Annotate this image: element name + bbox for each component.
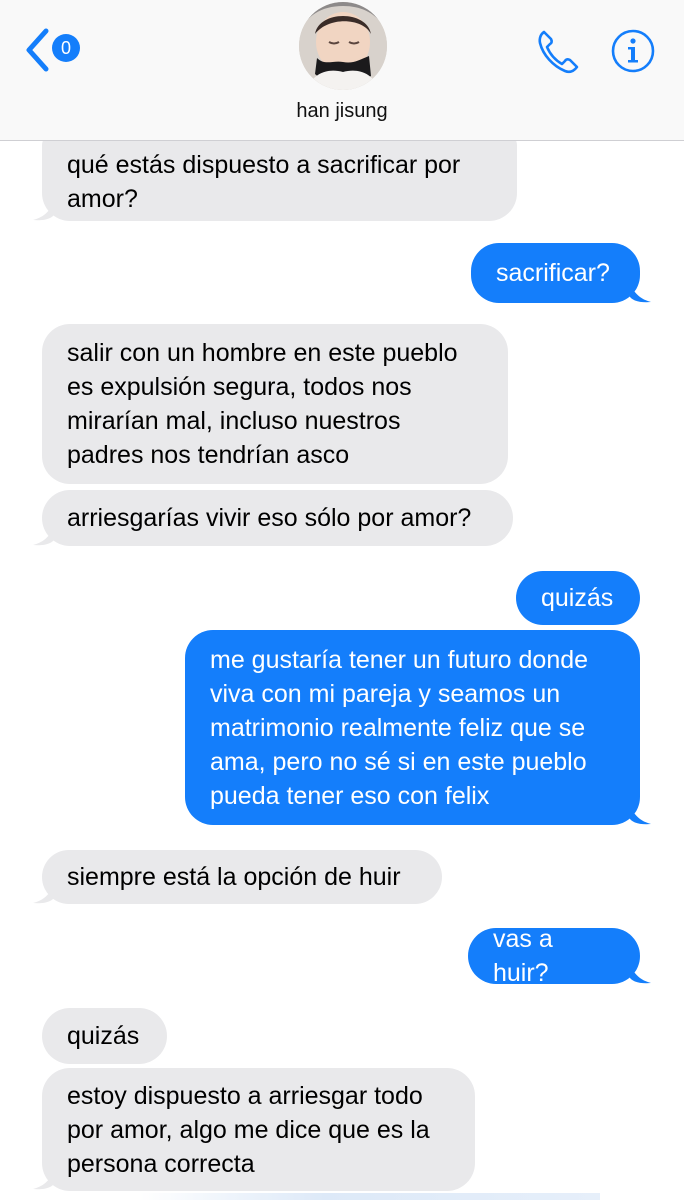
message-text: quizás (67, 1022, 140, 1050)
bubble-tail (629, 277, 651, 303)
message-bubble-outgoing[interactable]: sacrificar? (471, 243, 640, 303)
message-bubble-incoming[interactable]: siempre está la opción de huir (42, 850, 442, 904)
message-bubble-incoming[interactable]: arriesgarías vivir eso sólo por amor? (42, 490, 513, 546)
message-text: salir con un hombre en este pueblo es ex… (67, 339, 458, 469)
contact-name[interactable]: han jisung (0, 100, 684, 123)
message-bubble-incoming[interactable]: qué estás dispuesto a sacrificar por amo… (42, 135, 517, 221)
bubble-tail (629, 958, 651, 984)
bubble-tail (33, 520, 55, 546)
message-text: arriesgarías vivir eso sólo por amor? (67, 504, 472, 532)
message-thread[interactable]: qué estás dispuesto a sacrificar por amo… (0, 0, 684, 1200)
conversation-header: 0 han jisung (0, 0, 684, 141)
bubble-tail (33, 878, 55, 904)
message-bubble-incoming[interactable]: salir con un hombre en este pueblo es ex… (42, 324, 508, 484)
message-text: quizás (541, 584, 614, 612)
unread-count-badge: 0 (52, 34, 80, 62)
message-text: sacrificar? (496, 259, 610, 287)
message-text: qué estás dispuesto a sacrificar por amo… (67, 151, 461, 213)
message-text: me gustaría tener un futuro donde viva c… (210, 645, 589, 810)
avatar-photo (299, 2, 387, 90)
phone-icon (538, 30, 579, 74)
message-bubble-incoming[interactable]: quizás (42, 1008, 167, 1064)
message-bubble-outgoing[interactable]: me gustaría tener un futuro donde viva c… (185, 630, 640, 825)
contact-avatar[interactable] (299, 2, 387, 90)
back-button[interactable]: 0 (24, 26, 94, 72)
bubble-tail (33, 1164, 55, 1190)
message-text: estoy dispuesto a arriesgar todo por amo… (67, 1081, 430, 1178)
call-button[interactable] (535, 26, 581, 76)
message-text: siempre está la opción de huir (67, 863, 401, 891)
message-bubble-outgoing[interactable]: vas a huir? (468, 925, 640, 987)
message-bubble-outgoing[interactable]: quizás (516, 571, 640, 625)
message-bubble-incoming[interactable]: estoy dispuesto a arriesgar todo por amo… (42, 1068, 475, 1191)
bubble-tail (33, 195, 55, 221)
message-text: vas a huir? (493, 925, 553, 987)
chevron-left-icon (26, 28, 49, 72)
info-button[interactable] (610, 28, 656, 74)
info-icon (611, 29, 655, 73)
home-indicator (140, 1193, 600, 1200)
bubble-tail (629, 799, 651, 825)
